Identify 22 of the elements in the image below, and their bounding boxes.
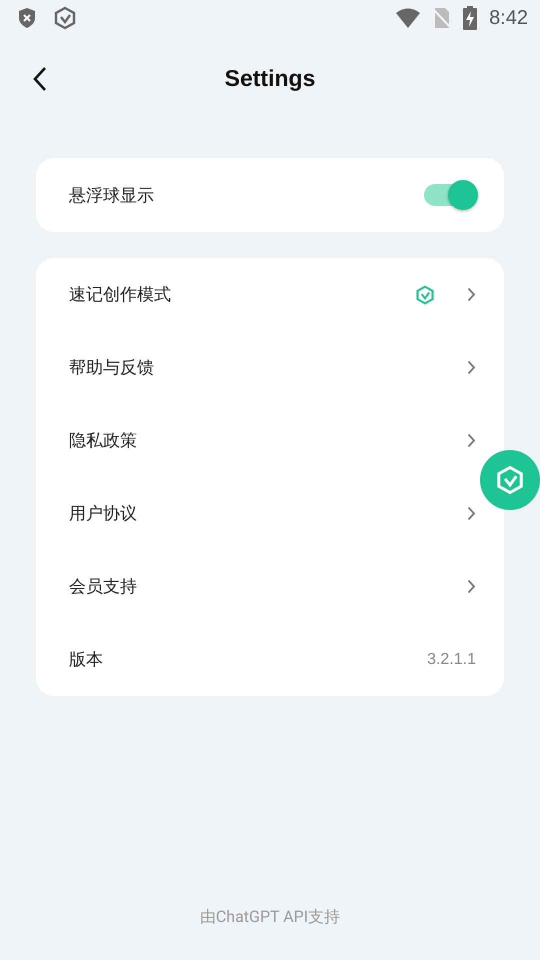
- wifi-icon: [395, 8, 422, 28]
- version-number: 3.2.1.1: [427, 650, 476, 668]
- status-time: 8:42: [489, 6, 528, 30]
- menu-item[interactable]: 隐私政策: [36, 404, 504, 477]
- menu-item[interactable]: 速记创作模式: [36, 258, 504, 331]
- menu-item[interactable]: 版本 3.2.1.1: [36, 623, 504, 696]
- menu-item[interactable]: 帮助与反馈: [36, 331, 504, 404]
- chevron-right-icon: [467, 433, 476, 448]
- menu-item[interactable]: 会员支持: [36, 550, 504, 623]
- chevron-right-icon: [467, 360, 476, 375]
- menu-item[interactable]: 用户协议: [36, 477, 504, 550]
- shield-icon: [17, 7, 37, 29]
- chevron-right-icon: [467, 579, 476, 594]
- battery-charging-icon: [463, 6, 478, 30]
- chevron-right-icon: [467, 287, 476, 302]
- app-logo-icon: [495, 465, 525, 495]
- page-title: Settings: [224, 64, 316, 92]
- app-logo-icon: [53, 6, 77, 30]
- no-sim-icon: [433, 7, 452, 29]
- setting-label: 悬浮球显示: [69, 184, 154, 206]
- footer-note: 由ChatGPT API支持: [198, 907, 342, 928]
- chevron-right-icon: [467, 506, 476, 521]
